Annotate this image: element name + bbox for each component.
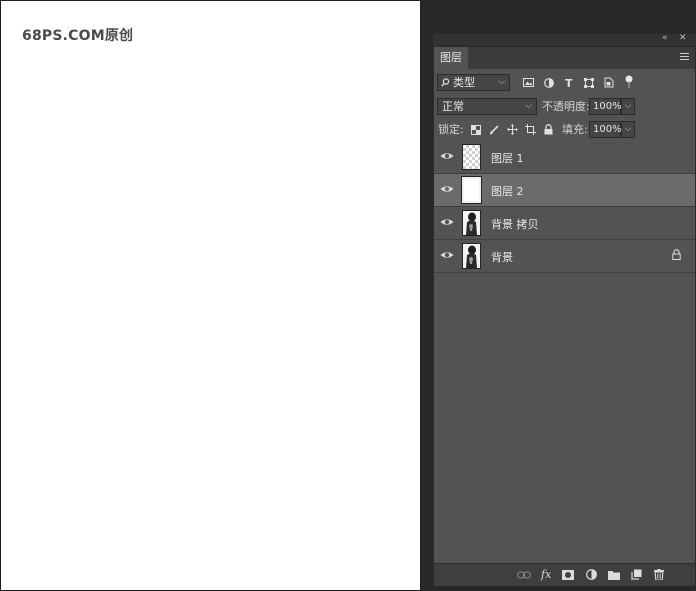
mask-icon[interactable]: [562, 570, 574, 580]
eye-visibility-icon[interactable]: [439, 247, 455, 263]
new-layer-icon[interactable]: [631, 569, 642, 580]
lock-pixels-brush-icon[interactable]: [489, 125, 499, 135]
blend-mode-dropdown[interactable]: 正常 ⌵: [437, 98, 537, 115]
layer-thumbnail-photo: [462, 243, 481, 269]
fill-slider-toggle[interactable]: ⌵: [621, 121, 635, 138]
shape-filter-icon[interactable]: [584, 78, 594, 88]
filter-kind-dropdown[interactable]: 类型 ⌵: [437, 74, 510, 91]
layer-name: 图层 2: [491, 185, 524, 198]
layers-panel: 图层 类型 ⌵ T 正常 ⌵ 不透明度: 100% ⌵ 锁定: 填充: 100%…: [433, 46, 696, 587]
layer-row-background[interactable]: 背景: [434, 240, 695, 273]
blend-mode-label: 正常: [442, 100, 464, 113]
filter-toggle-icon[interactable]: [625, 75, 633, 89]
layer-row-background-copy[interactable]: 背景 拷贝: [434, 207, 695, 240]
lock-label: 锁定:: [438, 123, 464, 136]
link-layers-icon[interactable]: [517, 571, 531, 579]
adjustment-icon[interactable]: [586, 569, 597, 580]
layer-name: 背景 拷贝: [491, 218, 539, 231]
portrait-thumbnail-icon: [466, 212, 477, 235]
fx-icon[interactable]: fx: [541, 568, 551, 581]
lock-transparency-icon[interactable]: [471, 125, 481, 135]
panel-tab-bar: 图层: [434, 47, 695, 69]
chevron-down-icon: ⌵: [498, 77, 505, 87]
panel-menu-icon[interactable]: [680, 53, 689, 61]
collapse-panels-icon[interactable]: «: [662, 33, 668, 43]
opacity-label: 不透明度:: [542, 100, 590, 113]
layer-lock-icon: [672, 249, 681, 260]
tab-layers[interactable]: 图层: [434, 47, 468, 69]
lock-all-icon[interactable]: [544, 124, 553, 135]
layer-name: 图层 1: [491, 152, 524, 165]
eye-visibility-icon[interactable]: [439, 181, 455, 197]
layers-bottom-toolbar: fx: [434, 563, 695, 586]
image-filter-icon[interactable]: [523, 78, 534, 88]
filter-kind-label: 类型: [453, 76, 475, 89]
adjustment-filter-icon[interactable]: [544, 78, 554, 88]
panel-dock: « ✕ 图层 类型 ⌵ T 正常 ⌵ 不透明度: 100% ⌵ 锁定: 填充: …: [421, 0, 696, 591]
fill-label: 填充:: [562, 123, 588, 136]
blend-row: 正常 ⌵ 不透明度: 100% ⌵: [434, 98, 695, 120]
layer-list: 图层 1 图层 2 背景 拷贝 背景: [434, 141, 695, 273]
opacity-slider-toggle[interactable]: ⌵: [621, 98, 635, 115]
chevron-down-icon: ⌵: [525, 101, 532, 111]
layer-thumbnail-transparent: [462, 144, 481, 170]
layer-thumbnail-photo: [462, 210, 481, 236]
portrait-thumbnail-icon: [466, 245, 477, 268]
layer-row-layer-2[interactable]: 图层 2: [434, 174, 695, 207]
close-panel-icon[interactable]: ✕: [679, 33, 687, 43]
panel-collapse-bar: « ✕: [433, 33, 696, 46]
eye-visibility-icon[interactable]: [439, 148, 455, 164]
lock-artboard-icon[interactable]: [525, 124, 536, 135]
lock-row: 锁定: 填充: 100% ⌵: [434, 121, 695, 143]
smart-object-filter-icon[interactable]: [604, 77, 614, 88]
opacity-input[interactable]: 100%: [589, 98, 622, 115]
document-canvas[interactable]: 68PS.COM原创: [0, 0, 421, 591]
lock-position-icon[interactable]: [507, 124, 518, 135]
trash-icon[interactable]: [654, 569, 664, 580]
layer-thumbnail-white: [461, 176, 482, 204]
layer-filter-row: 类型 ⌵ T: [434, 74, 695, 96]
layer-name: 背景: [491, 251, 513, 264]
magnifier-icon: [441, 78, 450, 87]
fill-input[interactable]: 100%: [589, 121, 622, 138]
layer-row-layer-1[interactable]: 图层 1: [434, 141, 695, 174]
watermark-text: 68PS.COM原创: [22, 28, 134, 44]
eye-visibility-icon[interactable]: [439, 214, 455, 230]
group-folder-icon[interactable]: [608, 570, 620, 580]
type-filter-icon[interactable]: T: [565, 77, 573, 90]
